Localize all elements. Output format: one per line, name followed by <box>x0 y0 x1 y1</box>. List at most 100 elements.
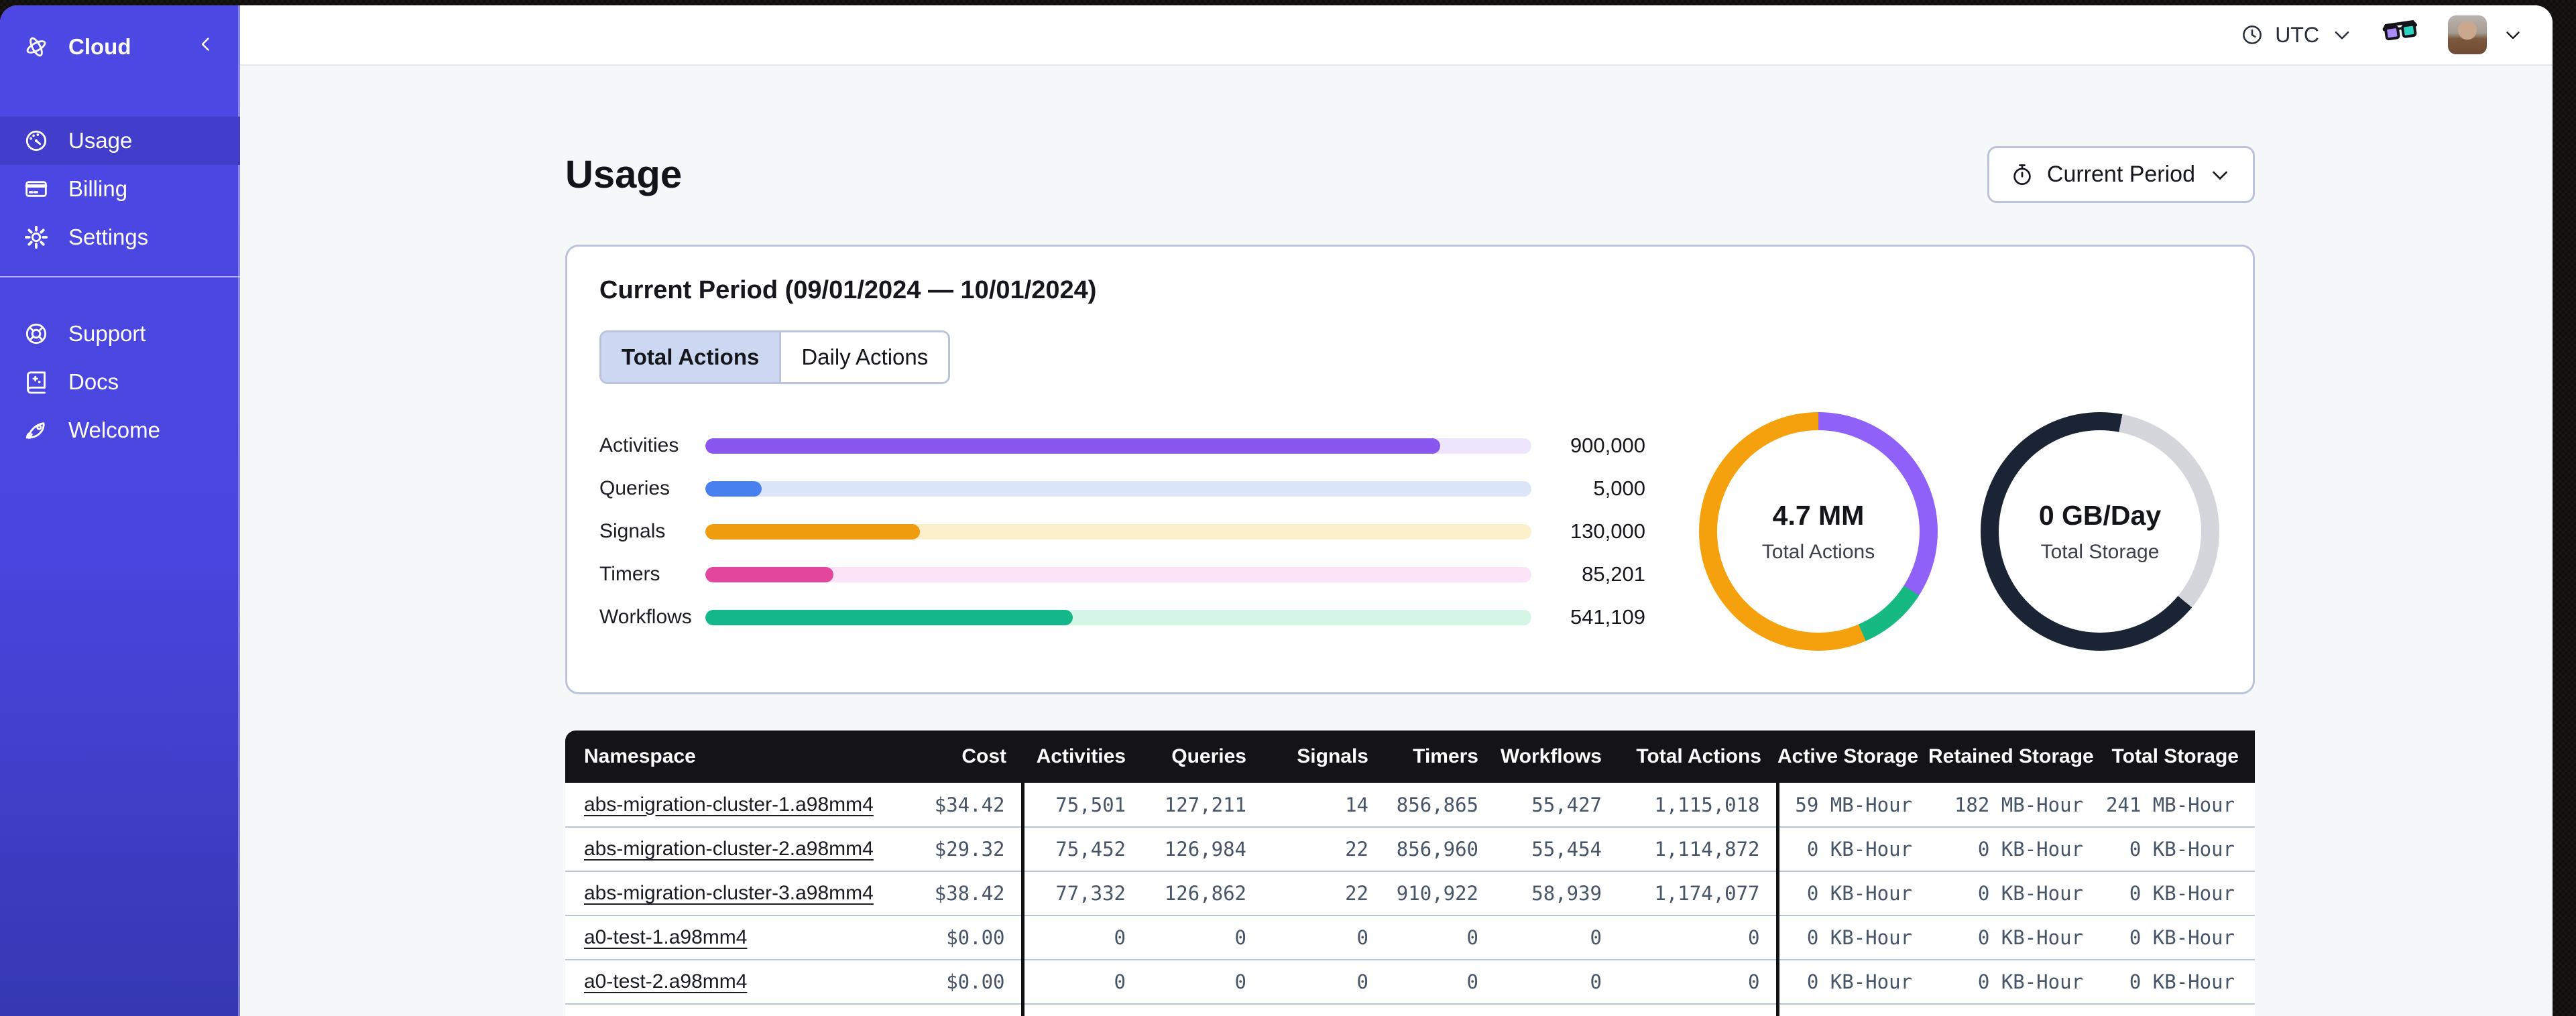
sidebar-item-label: Settings <box>68 225 149 249</box>
queries-cell: 0 <box>1234 970 1246 993</box>
total-actions-cell: 0 <box>1748 926 1760 949</box>
total-storage-cell: 0 KB-Hour <box>2099 1004 2255 1016</box>
total-storage-donut: 0 GB/Day Total Storage <box>1981 412 2219 651</box>
sidebar-item[interactable]: Docs <box>0 358 240 406</box>
signals-cell: 0 <box>1263 1004 1385 1016</box>
bar-value: 541,109 <box>1570 605 1645 629</box>
sidebar-collapse-button[interactable] <box>194 33 217 61</box>
total-actions-label: Total Actions <box>1761 540 1875 563</box>
sidebar-account-group: Usage Billing Settings <box>0 117 240 261</box>
chevron-down-icon <box>2213 171 2227 180</box>
active-storage-cell: 0 KB-Hour <box>1775 1004 1928 1016</box>
table-column-header: Namespace <box>565 731 860 783</box>
queries-cell: 126,984 <box>1164 838 1246 861</box>
sidebar-footer-group: Support Docs Welcome <box>0 310 240 454</box>
activities-cell: 75,452 <box>1020 827 1142 871</box>
action-bars: Activities 900,000 Queries 5,000 Signals… <box>599 424 1645 639</box>
bar-value: 130,000 <box>1570 519 1645 543</box>
total-storage-cell: 0 KB-Hour <box>2129 926 2235 949</box>
table-column-header: Retained Storage <box>1928 731 2099 783</box>
period-dropdown-button[interactable]: Current Period <box>1987 146 2255 203</box>
topbar: UTC <box>240 5 2553 66</box>
table-row: bk-worker-test.a98mm4 $0.00 0 0 0 0 1 1 … <box>565 1004 2255 1016</box>
credit-card-icon <box>23 176 50 202</box>
sidebar-item-label: Usage <box>68 128 133 153</box>
current-period-card: Current Period (09/01/2024 — 10/01/2024)… <box>565 245 2255 694</box>
retained-storage-cell: 0 KB-Hour <box>1928 1004 2099 1016</box>
action-bar-row: Activities 900,000 <box>599 424 1645 467</box>
namespace-link[interactable]: abs-migration-cluster-2.a98mm4 <box>584 838 874 860</box>
retained-storage-cell: 0 KB-Hour <box>1977 882 2083 905</box>
signals-cell: 22 <box>1345 882 1368 905</box>
retained-storage-cell: 182 MB-Hour <box>1954 793 2083 816</box>
bar-fill <box>705 609 1073 625</box>
timers-cell: 856,865 <box>1396 793 1478 816</box>
tab-total-actions[interactable]: Total Actions <box>601 332 782 382</box>
timers-cell: 910,922 <box>1396 882 1478 905</box>
table-column-header: Total Actions <box>1618 731 1777 783</box>
workflows-cell: 55,454 <box>1531 838 1602 861</box>
bar-track <box>705 609 1531 625</box>
tab-daily-actions[interactable]: Daily Actions <box>781 332 949 382</box>
total-actions-value: 4.7 MM <box>1772 499 1865 531</box>
namespace-link[interactable]: a0-test-1.a98mm4 <box>584 926 747 948</box>
sidebar-item[interactable]: Welcome <box>0 406 240 454</box>
table-column-header: Cost <box>860 731 1022 783</box>
table-row: a0-test-1.a98mm4 $0.00 0 0 0 0 0 0 0 KB-… <box>565 915 2255 960</box>
bar-label: Activities <box>599 434 679 456</box>
namespace-cell: a0-test-1.a98mm4 <box>565 915 860 960</box>
temporal-logo-icon <box>26 37 46 57</box>
sidebar-item-label: Billing <box>68 176 128 201</box>
sidebar: Cloud Workflows Schedules Batch Namespac… <box>0 5 240 1016</box>
card-title: Current Period (09/01/2024 — 10/01/2024) <box>599 276 1097 304</box>
action-bar-row: Signals 130,000 <box>599 510 1645 553</box>
chevron-left-icon <box>201 38 209 51</box>
sidebar-item[interactable]: Usage <box>0 117 240 165</box>
activities-cell: 75,501 <box>1020 783 1142 827</box>
user-menu[interactable] <box>2448 15 2524 54</box>
bar-label: Workflows <box>599 606 692 628</box>
bar-value: 5,000 <box>1593 477 1645 500</box>
total-storage-label: Total Storage <box>2040 540 2160 563</box>
signals-cell: 0 <box>1356 970 1368 993</box>
bar-fill <box>705 438 1441 454</box>
timers-cell: 856,960 <box>1396 838 1478 861</box>
feedback-glasses-button[interactable] <box>2382 17 2420 52</box>
table-column-header: Queries <box>1142 731 1263 783</box>
sidebar-brand: Cloud <box>0 17 240 76</box>
life-ring-icon <box>23 320 50 347</box>
total-actions-cell: 0 <box>1748 970 1760 993</box>
sidebar-item[interactable]: Billing <box>0 165 240 213</box>
retained-storage-cell: 0 KB-Hour <box>1977 926 2083 949</box>
total-actions-donut: 4.7 MM Total Actions <box>1699 412 1938 651</box>
cost-cell: $0.00 <box>946 970 1005 993</box>
workflows-cell: 1 <box>1495 1004 1618 1016</box>
sidebar-item[interactable]: Support <box>0 310 240 358</box>
total-storage-cell: 0 KB-Hour <box>2129 882 2235 905</box>
bar-label: Timers <box>599 563 660 585</box>
timezone-dropdown[interactable]: UTC <box>2240 23 2354 48</box>
bar-value: 900,000 <box>1570 434 1645 457</box>
namespace-link[interactable]: a0-test-2.a98mm4 <box>584 970 747 993</box>
bar-track <box>705 481 1531 497</box>
sidebar-item-label: Support <box>68 321 146 346</box>
total-actions-cell: 1,114,872 <box>1654 838 1760 861</box>
period-button-label: Current Period <box>2046 162 2195 187</box>
signals-cell: 22 <box>1345 838 1368 861</box>
table-column-header: Activities <box>1022 731 1142 783</box>
bar-fill <box>705 523 921 539</box>
gear-icon <box>23 224 50 251</box>
namespace-cell: abs-migration-cluster-2.a98mm4 <box>565 827 874 871</box>
sidebar-item[interactable]: Settings <box>0 213 240 261</box>
table-row: abs-migration-cluster-2.a98mm4 $29.32 75… <box>565 827 2255 871</box>
namespace-cell: a0-test-2.a98mm4 <box>565 960 860 1004</box>
namespace-link[interactable]: abs-migration-cluster-1.a98mm4 <box>584 793 874 816</box>
chevron-down-icon <box>2506 31 2520 40</box>
table-column-header: Active Storage <box>1777 731 1928 783</box>
stopwatch-icon <box>2013 164 2031 185</box>
bar-fill <box>705 481 762 497</box>
namespace-link[interactable]: abs-migration-cluster-3.a98mm4 <box>584 882 874 904</box>
bar-label: Queries <box>599 477 670 499</box>
action-bar-row: Queries 5,000 <box>599 467 1645 510</box>
bar-label: Signals <box>599 520 666 542</box>
